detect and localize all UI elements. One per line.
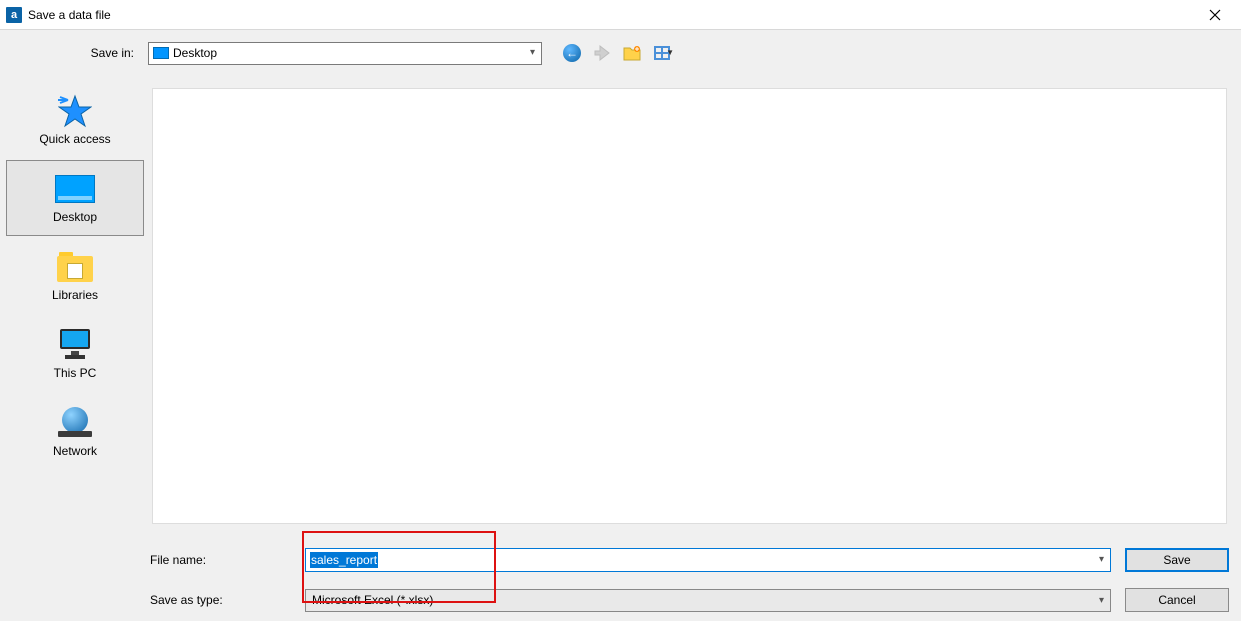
- save-in-dropdown[interactable]: Desktop ▾: [148, 42, 542, 65]
- back-button[interactable]: ←: [562, 43, 582, 63]
- chevron-down-icon: ▾: [1099, 554, 1104, 565]
- save-in-value: Desktop: [173, 46, 217, 60]
- places-desktop[interactable]: Desktop: [6, 160, 144, 236]
- places-label: Network: [53, 444, 97, 458]
- file-list-area[interactable]: [152, 88, 1227, 524]
- close-button[interactable]: [1195, 1, 1235, 29]
- main-area: Quick access Desktop Libraries This PC N…: [0, 76, 1241, 621]
- places-this-pc[interactable]: This PC: [6, 316, 144, 392]
- places-label: Quick access: [39, 132, 110, 146]
- desktop-icon: [153, 47, 169, 59]
- desktop-icon: [55, 172, 95, 206]
- places-libraries[interactable]: Libraries: [6, 238, 144, 314]
- network-icon: [55, 406, 95, 440]
- places-quick-access[interactable]: Quick access: [6, 82, 144, 158]
- star-icon: [55, 94, 95, 128]
- chevron-down-icon: ▼: [666, 48, 674, 57]
- save-as-type-value: Microsoft Excel (*.xlsx): [312, 593, 433, 607]
- cancel-button[interactable]: Cancel: [1125, 588, 1229, 612]
- chevron-down-icon: ▾: [1099, 595, 1104, 606]
- libraries-icon: [55, 250, 95, 284]
- save-as-type-dropdown[interactable]: Microsoft Excel (*.xlsx) ▾: [305, 589, 1111, 612]
- save-button[interactable]: Save: [1125, 548, 1229, 572]
- toolbar-icons: ← ▼: [562, 43, 672, 63]
- view-menu-button[interactable]: ▼: [652, 43, 672, 63]
- this-pc-icon: [55, 328, 95, 362]
- window-title: Save a data file: [28, 8, 111, 22]
- save-in-label: Save in:: [75, 46, 140, 60]
- places-label: Desktop: [53, 210, 97, 224]
- bottom-fields: File name: sales_report ▾ Save Save as t…: [150, 545, 1231, 615]
- places-bar: Quick access Desktop Libraries This PC N…: [0, 76, 150, 621]
- titlebar: a Save a data file: [0, 0, 1241, 30]
- places-label: This PC: [54, 366, 97, 380]
- save-as-type-label: Save as type:: [150, 593, 305, 607]
- new-folder-button[interactable]: [622, 43, 642, 63]
- up-one-level-button[interactable]: [592, 43, 612, 63]
- chevron-down-icon: ▾: [530, 47, 535, 58]
- places-network[interactable]: Network: [6, 394, 144, 470]
- file-name-label: File name:: [150, 553, 305, 567]
- app-icon: a: [6, 7, 22, 23]
- places-label: Libraries: [52, 288, 98, 302]
- file-name-input[interactable]: sales_report ▾: [305, 548, 1111, 572]
- toolbar: Save in: Desktop ▾ ← ▼: [0, 30, 1241, 76]
- file-name-value: sales_report: [310, 552, 378, 568]
